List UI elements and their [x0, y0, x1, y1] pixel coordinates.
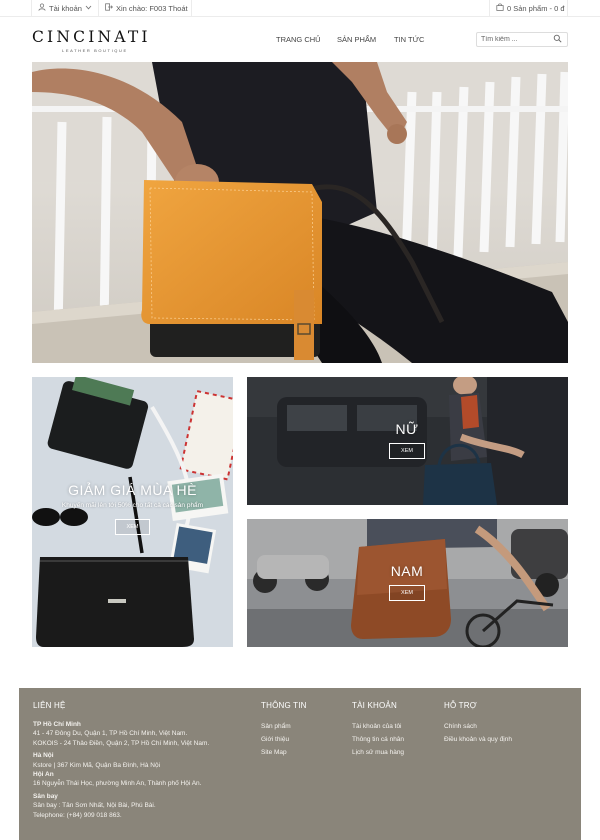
search-input[interactable] — [477, 36, 553, 43]
footer-support-heading: HỖ TRỢ — [444, 701, 477, 710]
contact-hcm-title: TP Hồ Chí Minh — [33, 721, 81, 728]
sale-view-button[interactable]: XEM — [114, 519, 151, 535]
site-footer: LIÊN HỆ TP Hồ Chí Minh 41 - 47 Đông Du, … — [19, 688, 581, 840]
category-men-tile[interactable]: NAM XEM — [247, 519, 568, 647]
sale-title: GIẢM GIÁ MÙA HÈ — [68, 482, 197, 498]
footer-account-heading: TÀI KHOẢN — [352, 701, 397, 710]
footer-contact-heading: LIÊN HỆ — [33, 701, 66, 710]
logout-link[interactable]: Xin chào: F003 Thoát — [99, 0, 192, 16]
men-view-button[interactable]: XEM — [389, 585, 425, 601]
footer-account: TÀI KHOẢN Tài khoản của tôi Thông tin cá… — [352, 701, 442, 759]
footer-info: THÔNG TIN Sản phẩm Giới thiệu Site Map — [261, 701, 341, 759]
contact-hn-title: Hà Nội — [33, 752, 54, 760]
nav-products[interactable]: SẢN PHẨM — [337, 35, 376, 44]
footer-link-my-account[interactable]: Tài khoản của tôi — [352, 720, 442, 733]
shopping-bag-icon — [496, 3, 504, 13]
footer-link-terms[interactable]: Điều khoản và quy định — [444, 733, 554, 746]
promo-sale-tile[interactable]: GIẢM GIÁ MÙA HÈ Khuyến mãi lên tới 50% c… — [32, 377, 233, 647]
footer-link-products[interactable]: Sản phẩm — [261, 720, 341, 733]
footer-link-sitemap[interactable]: Site Map — [261, 746, 341, 759]
nav-news[interactable]: TIN TỨC — [394, 35, 424, 44]
women-overlay: NỮ XEM — [387, 421, 427, 459]
footer-link-policy[interactable]: Chính sách — [444, 720, 554, 733]
category-women-tile[interactable]: NỮ XEM — [247, 377, 568, 505]
contact-airport-address: Sân bay : Tân Sơn Nhất, Nội Bài, Phú Bài… — [33, 802, 156, 810]
women-view-button[interactable]: XEM — [389, 443, 425, 459]
contact-hcm-address-1: 41 - 47 Đông Du, Quận 1, TP Hồ Chí Minh,… — [33, 730, 188, 738]
account-label: Tài khoản — [49, 3, 82, 13]
logo-brand: CINCINATI — [32, 28, 151, 46]
top-bar: Tài khoản Xin chào: F003 Thoát 0 Sản phẩ… — [0, 0, 600, 17]
search-box — [476, 32, 568, 47]
footer-link-about[interactable]: Giới thiệu — [261, 733, 341, 746]
footer-info-heading: THÔNG TIN — [261, 701, 307, 710]
site-logo[interactable]: CINCINATI LEATHER BOUTIQUE — [32, 28, 162, 53]
sale-subtitle: Khuyến mãi lên tới 50% cho tất cả các sả… — [61, 502, 204, 509]
contact-ha-title: Hội An — [33, 771, 54, 779]
footer-support: HỖ TRỢ Chính sách Điều khoản và quy định — [444, 701, 554, 746]
cart-summary[interactable]: 0 Sản phẩm - 0 đ — [489, 0, 568, 16]
cart-text: 0 Sản phẩm - 0 đ — [507, 3, 565, 13]
footer-link-order-history[interactable]: Lịch sử mua hàng — [352, 746, 442, 759]
search-icon[interactable] — [553, 34, 562, 45]
logout-icon — [105, 3, 113, 13]
sale-overlay: GIẢM GIÁ MÙA HÈ Khuyến mãi lên tới 50% c… — [32, 482, 233, 535]
logo-tagline: LEATHER BOUTIQUE — [62, 48, 128, 53]
chevron-down-icon — [85, 4, 92, 12]
hero-banner[interactable] — [32, 62, 568, 363]
hero-photo — [32, 62, 568, 363]
footer-contact: LIÊN HỆ TP Hồ Chí Minh 41 - 47 Đông Du, … — [33, 701, 253, 820]
women-title: NỮ — [395, 421, 419, 437]
contact-hn-address: Kstore | 367 Kim Mã, Quận Ba Đình, Hà Nộ… — [33, 761, 161, 769]
contact-hcm-address-2: KOKOIS - 24 Thảo Điền, Quận 2, TP Hồ Chí… — [33, 739, 210, 747]
men-overlay: NAM XEM — [377, 563, 437, 601]
account-menu[interactable]: Tài khoản — [31, 0, 99, 16]
contact-airport-title: Sân bay — [33, 792, 58, 800]
footer-link-personal-info[interactable]: Thông tin cá nhân — [352, 733, 442, 746]
greeting-text: Xin chào: F003 Thoát — [116, 3, 188, 13]
user-icon — [38, 3, 46, 13]
contact-phone: Telephone: (+84) 909 018 863. — [33, 811, 122, 819]
nav-home[interactable]: TRANG CHỦ — [276, 35, 321, 44]
site-header: CINCINATI LEATHER BOUTIQUE TRANG CHỦ SẢN… — [0, 17, 600, 62]
contact-ha-address: 16 Nguyễn Thái Học, phường Minh An, Thàn… — [33, 780, 202, 788]
men-title: NAM — [390, 563, 424, 579]
